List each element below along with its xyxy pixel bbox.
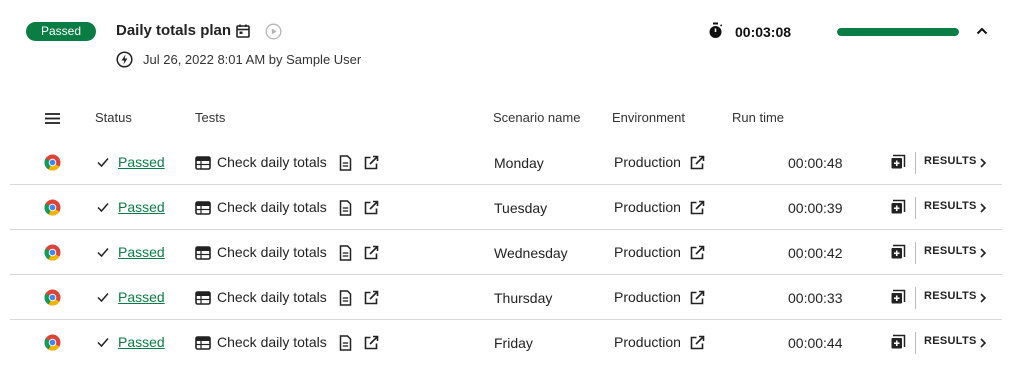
check-icon <box>96 335 110 349</box>
run-time: 00:00:44 <box>788 335 843 351</box>
test-name: Check daily totals <box>217 154 327 170</box>
column-header-environment: Environment <box>612 110 685 125</box>
progress-fill <box>837 28 959 36</box>
scenario-name: Wednesday <box>494 245 568 261</box>
test-icon <box>195 246 211 260</box>
add-to-queue-icon[interactable] <box>890 244 906 260</box>
environment-name: Production <box>614 244 681 260</box>
test-icon <box>195 336 211 350</box>
test-name: Check daily totals <box>217 244 327 260</box>
chrome-icon <box>44 334 61 351</box>
stopwatch-icon <box>709 22 723 38</box>
status-link[interactable]: Passed <box>118 289 165 305</box>
test-name: Check daily totals <box>217 289 327 305</box>
results-button[interactable]: RESULTS <box>924 335 977 347</box>
check-icon <box>96 245 110 259</box>
table-row: Passed Check daily totals Friday Production… <box>10 320 1002 365</box>
environment-name: Production <box>614 289 681 305</box>
test-name: Check daily totals <box>217 199 327 215</box>
chrome-icon <box>44 199 61 216</box>
run-time: 00:00:48 <box>788 155 843 171</box>
column-header-runtime: Run time <box>732 110 785 125</box>
check-icon <box>96 290 110 304</box>
external-link-icon[interactable] <box>364 335 379 350</box>
environment-name: Production <box>614 154 681 170</box>
external-link-icon[interactable] <box>690 335 705 350</box>
play-icon[interactable] <box>265 23 282 40</box>
run-time: 00:00:39 <box>788 200 843 216</box>
check-icon <box>96 155 110 169</box>
external-link-icon[interactable] <box>364 200 379 215</box>
results-table: Passed Check daily totals Monday Production… <box>10 140 1002 365</box>
results-button[interactable]: RESULTS <box>924 155 977 167</box>
status-link[interactable]: Passed <box>118 199 165 215</box>
test-icon <box>195 156 211 170</box>
menu-icon[interactable] <box>44 111 61 126</box>
chevron-right-icon[interactable] <box>977 156 989 168</box>
table-row: Passed Check daily totals Monday Production… <box>10 140 1002 185</box>
document-icon[interactable] <box>339 335 352 351</box>
chevron-right-icon[interactable] <box>977 336 989 348</box>
external-link-icon[interactable] <box>364 245 379 260</box>
plan-header: Passed Daily totals plan Jul 26, 2022 8:… <box>0 0 1018 80</box>
divider <box>915 242 916 264</box>
divider <box>915 197 916 219</box>
column-header-status: Status <box>95 110 132 125</box>
table-row: Passed Check daily totals Thursday Producti… <box>10 275 1002 320</box>
results-button[interactable]: RESULTS <box>924 200 977 212</box>
add-to-queue-icon[interactable] <box>890 334 906 350</box>
external-link-icon[interactable] <box>690 290 705 305</box>
run-time: 00:00:33 <box>788 290 843 306</box>
divider <box>915 287 916 309</box>
external-link-icon[interactable] <box>690 245 705 260</box>
document-icon[interactable] <box>339 200 352 216</box>
external-link-icon[interactable] <box>364 155 379 170</box>
run-time: 00:00:42 <box>788 245 843 261</box>
plan-meta: Jul 26, 2022 8:01 AM by Sample User <box>143 52 362 67</box>
add-to-queue-icon[interactable] <box>890 199 906 215</box>
column-header-scenario: Scenario name <box>493 110 581 125</box>
document-icon[interactable] <box>339 245 352 261</box>
divider <box>915 152 916 174</box>
test-name: Check daily totals <box>217 334 327 350</box>
progress-bar <box>837 28 959 36</box>
chrome-icon <box>44 244 61 261</box>
status-link[interactable]: Passed <box>118 244 165 260</box>
add-to-queue-icon[interactable] <box>890 289 906 305</box>
document-icon[interactable] <box>339 155 352 171</box>
scenario-name: Tuesday <box>494 200 548 216</box>
test-icon <box>195 291 211 305</box>
scenario-name: Thursday <box>494 290 553 306</box>
bolt-icon <box>116 51 133 68</box>
calendar-icon[interactable] <box>235 23 251 39</box>
elapsed-time: 00:03:08 <box>735 24 792 40</box>
chevron-right-icon[interactable] <box>977 201 989 213</box>
chevron-right-icon[interactable] <box>977 291 989 303</box>
external-link-icon[interactable] <box>364 290 379 305</box>
status-link[interactable]: Passed <box>118 334 165 350</box>
environment-name: Production <box>614 199 681 215</box>
external-link-icon[interactable] <box>690 155 705 170</box>
table-row: Passed Check daily totals Wednesday Product… <box>10 230 1002 275</box>
add-to-queue-icon[interactable] <box>890 154 906 170</box>
chrome-icon <box>44 289 61 306</box>
check-icon <box>96 200 110 214</box>
column-header-tests: Tests <box>195 110 226 125</box>
status-badge: Passed <box>26 22 96 41</box>
divider <box>915 332 916 354</box>
scenario-name: Monday <box>494 155 544 171</box>
page-title: Daily totals plan <box>116 22 232 39</box>
external-link-icon[interactable] <box>690 200 705 215</box>
chevron-up-icon[interactable] <box>973 22 991 40</box>
scenario-name: Friday <box>494 335 533 351</box>
document-icon[interactable] <box>339 290 352 306</box>
test-icon <box>195 201 211 215</box>
environment-name: Production <box>614 334 681 350</box>
status-link[interactable]: Passed <box>118 154 165 170</box>
chrome-icon <box>44 154 61 171</box>
results-button[interactable]: RESULTS <box>924 245 977 257</box>
results-button[interactable]: RESULTS <box>924 290 977 302</box>
table-row: Passed Check daily totals Tuesday Productio… <box>10 185 1002 230</box>
chevron-right-icon[interactable] <box>977 246 989 258</box>
